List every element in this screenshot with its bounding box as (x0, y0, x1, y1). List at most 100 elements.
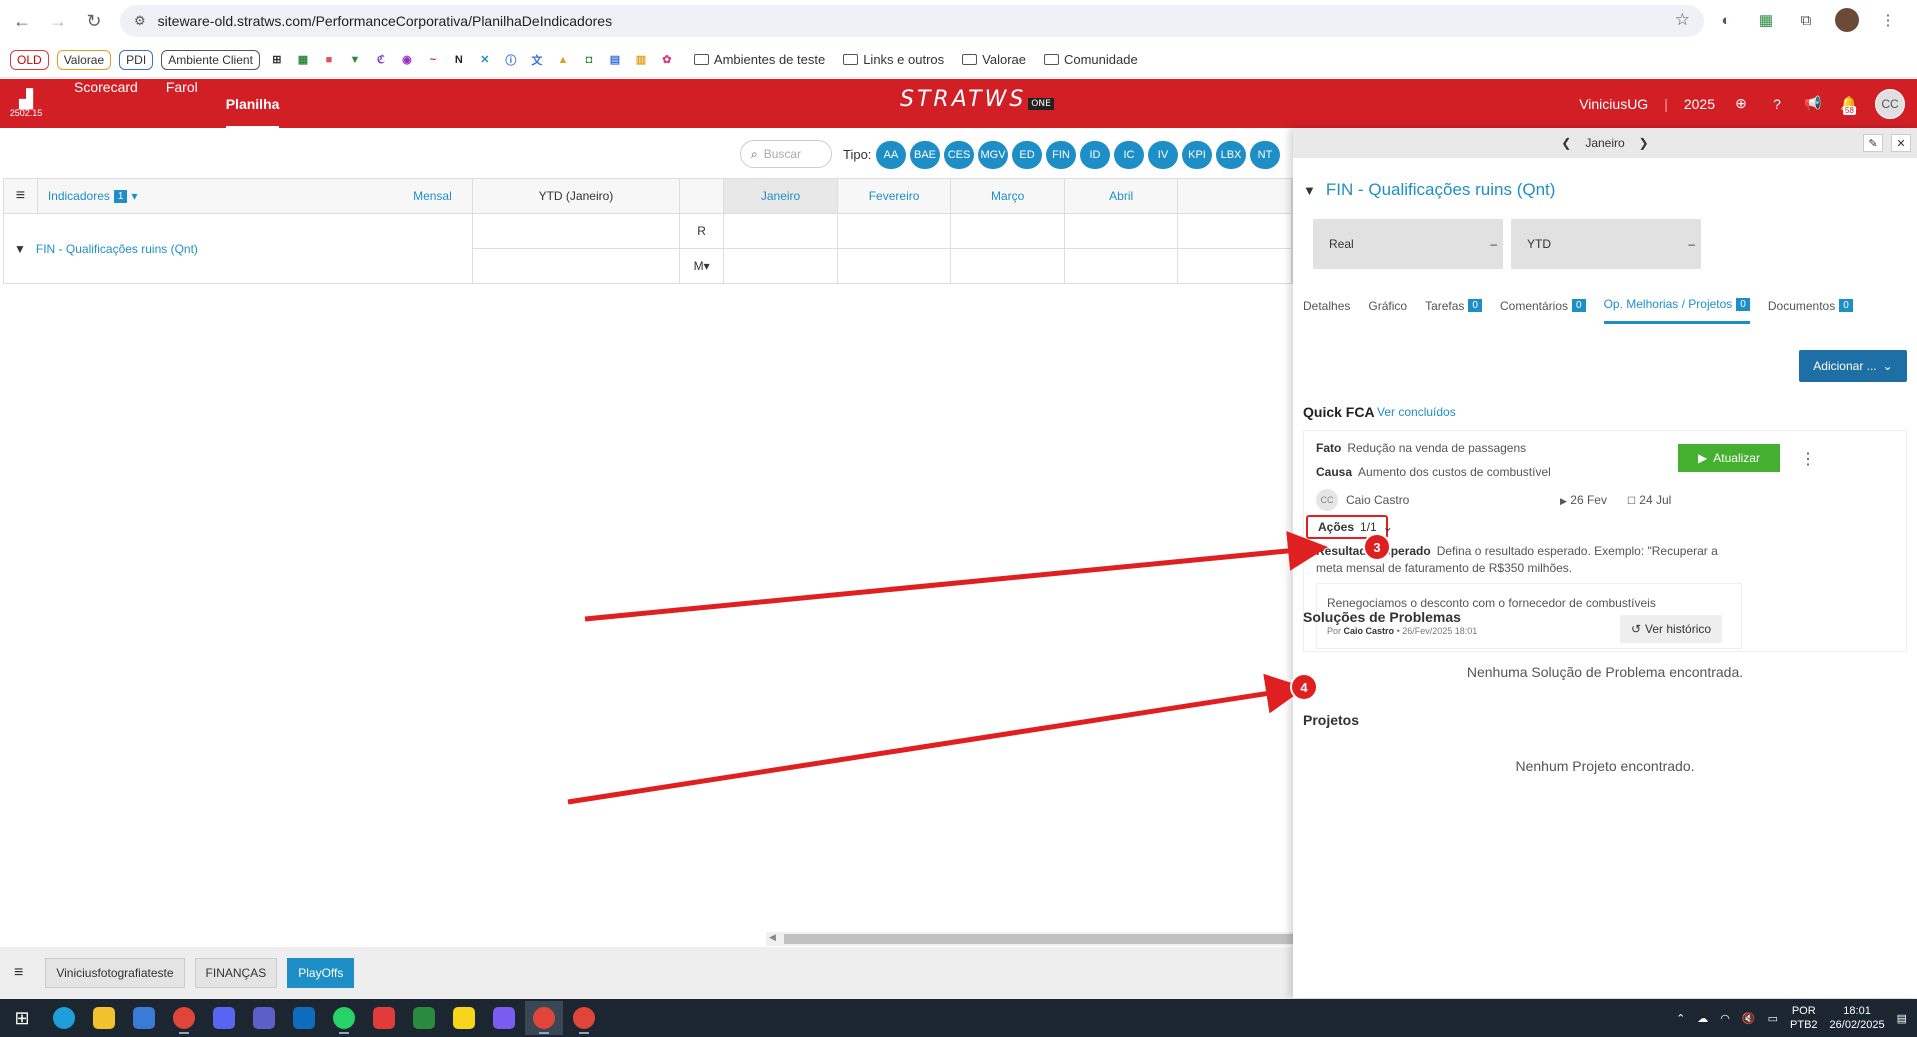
sheet-tab-playoffs[interactable]: PlayOffs (287, 958, 355, 988)
c-logo-icon[interactable]: ℭ (372, 51, 390, 69)
collapse-caret-icon[interactable]: ▼ (1303, 183, 1316, 198)
month-header-next[interactable] (1178, 179, 1292, 213)
teams-icon[interactable] (245, 1001, 283, 1035)
chrome-menu-icon[interactable]: ⋮ (1877, 9, 1899, 31)
close-icon[interactable]: ✕ (1891, 134, 1911, 152)
row-m-selector[interactable]: M▾ (680, 249, 723, 283)
expand-caret-icon[interactable]: ▼ (14, 242, 26, 256)
user-avatar[interactable]: CC (1875, 88, 1905, 119)
forward-icon[interactable]: → (40, 3, 76, 39)
chip-aa[interactable]: AA (876, 141, 906, 169)
store-icon[interactable] (125, 1001, 163, 1035)
wifi-icon[interactable]: ◠ (1720, 1012, 1730, 1025)
bookmark-old[interactable]: OLD (10, 49, 49, 70)
location-icon[interactable]: ◉ (398, 51, 416, 69)
caret-down-icon[interactable]: ▾ (131, 189, 137, 203)
recorder-icon[interactable] (365, 1001, 403, 1035)
nav-planilha[interactable]: Planilha (225, 96, 280, 129)
hamburger-icon[interactable]: ≡ (4, 179, 38, 213)
chip-nt[interactable]: NT (1250, 141, 1280, 169)
site-info-icon[interactable]: ⚙ (134, 13, 146, 29)
user-name[interactable]: ViniciusUG (1579, 96, 1648, 112)
month-header-marco[interactable]: Março (951, 179, 1065, 213)
nav-farol[interactable]: Farol (166, 79, 198, 129)
tab-comentarios[interactable]: Comentários 0 (1500, 297, 1586, 324)
sheets-menu-icon[interactable]: ≡ (14, 964, 23, 982)
whatsapp-icon[interactable] (325, 1001, 363, 1035)
cell-fevereiro[interactable] (837, 214, 952, 283)
gift-icon[interactable]: ■ (320, 51, 338, 69)
tray-chevron-icon[interactable]: ⌃ (1676, 1012, 1685, 1025)
update-button[interactable]: ▶ Atualizar (1678, 444, 1780, 472)
search-input[interactable]: ⌕ Buscar (740, 140, 832, 168)
prev-month-icon[interactable]: ❮ (1561, 136, 1571, 150)
tab-op-melhorias[interactable]: Op. Melhorias / Projetos 0 (1603, 297, 1750, 324)
indicators-header[interactable]: Indicadores 1 ▾ Mensal (38, 179, 473, 213)
cross-icon[interactable]: ✕ (476, 51, 494, 69)
cell-marco[interactable] (951, 214, 1065, 283)
help-icon[interactable]: ? (1767, 94, 1787, 114)
notification-center-icon[interactable]: ▤ (1897, 1012, 1907, 1025)
outlook-icon[interactable] (285, 1001, 323, 1035)
bookmark-pdi[interactable]: PDI (119, 49, 154, 70)
nav-scorecard[interactable]: Scorecard (74, 79, 138, 129)
meet-icon[interactable]: ◘ (580, 51, 598, 69)
language-indicator[interactable]: POR PTB2 (1790, 1004, 1818, 1032)
chrome-icon[interactable] (165, 1001, 203, 1035)
bookmark-folder-valorae[interactable]: Valorae (962, 52, 1026, 67)
month-header-janeiro[interactable]: Janeiro (724, 179, 838, 213)
horizontal-scrollbar[interactable]: ◀ (766, 932, 1293, 946)
tab-tarefas[interactable]: Tarefas 0 (1425, 297, 1482, 324)
sheet-tab-financas[interactable]: FINANÇAS (194, 958, 278, 988)
period-selector[interactable]: Mensal (413, 189, 452, 203)
circle-info-icon[interactable]: ⓘ (502, 51, 520, 69)
app-icon[interactable] (405, 1001, 443, 1035)
windows-start-icon[interactable]: ⊞ (0, 1008, 44, 1029)
add-button[interactable]: Adicionar ... ⌄ (1799, 350, 1907, 382)
swoosh-icon[interactable]: ~ (424, 51, 442, 69)
next-month-icon[interactable]: ❯ (1639, 136, 1649, 150)
month-header-fevereiro[interactable]: Fevereiro (838, 179, 952, 213)
file-explorer-icon[interactable] (85, 1001, 123, 1035)
cell-next[interactable] (1178, 214, 1293, 283)
history-button[interactable]: ↺ Ver histórico (1620, 615, 1722, 643)
translate-icon[interactable]: 文 (528, 51, 546, 69)
sheets-extension-icon[interactable]: ▦ (1755, 9, 1777, 31)
edge-icon[interactable] (45, 1001, 83, 1035)
indicator-name[interactable]: FIN - Qualificações ruins (Qnt) (36, 242, 198, 256)
year-selector[interactable]: 2025 (1684, 96, 1715, 112)
profile-avatar[interactable] (1835, 8, 1859, 32)
extension-icon[interactable]: ◐ (1715, 9, 1737, 31)
copilot-icon[interactable] (485, 1001, 523, 1035)
more-options-icon[interactable]: ⋮ (1800, 449, 1816, 469)
chip-id[interactable]: ID (1080, 141, 1110, 169)
chip-bae[interactable]: BAE (910, 141, 940, 169)
clock[interactable]: 18:01 26/02/2025 (1830, 1004, 1885, 1032)
edit-pencil-icon[interactable]: ✎ (1863, 134, 1883, 152)
drive-icon[interactable]: ▲ (554, 51, 572, 69)
address-bar[interactable]: ⚙ siteware-old.stratws.com/PerformanceCo… (120, 5, 1704, 37)
tray-cloud-icon[interactable]: ☁ (1697, 1012, 1708, 1025)
volume-icon[interactable]: 🔇 (1742, 1012, 1756, 1025)
bookmark-valorae[interactable]: Valorae (56, 49, 112, 70)
chip-iv[interactable]: IV (1148, 141, 1178, 169)
indicator-name-cell[interactable]: ▼ FIN - Qualificações ruins (Qnt) (4, 214, 473, 283)
app-logo[interactable]: ▟ 2502.15 (0, 79, 52, 128)
scrollbar-thumb[interactable] (784, 934, 1293, 944)
sticky-notes-icon[interactable] (445, 1001, 483, 1035)
extensions-puzzle-icon[interactable]: ⧉ (1795, 9, 1817, 31)
chip-fin[interactable]: FIN (1046, 141, 1076, 169)
add-circle-icon[interactable]: ⊕ (1731, 94, 1751, 114)
bookmark-folder-comunidade[interactable]: Comunidade (1043, 52, 1138, 67)
bookmark-star-icon[interactable]: ☆ (1675, 10, 1690, 30)
analytics-icon[interactable]: ▥ (632, 51, 650, 69)
month-header-abril[interactable]: Abril (1065, 179, 1179, 213)
bookmark-folder-ambientes[interactable]: Ambientes de teste (693, 52, 825, 67)
cell-janeiro[interactable] (724, 214, 838, 283)
chrome-profile-2-icon[interactable] (565, 1001, 603, 1035)
docs-icon[interactable]: ▤ (606, 51, 624, 69)
vee-icon[interactable]: ▼ (346, 51, 364, 69)
tab-detalhes[interactable]: Detalhes (1303, 297, 1350, 324)
chip-ic[interactable]: IC (1114, 141, 1144, 169)
chip-mgv[interactable]: MGV (978, 141, 1008, 169)
